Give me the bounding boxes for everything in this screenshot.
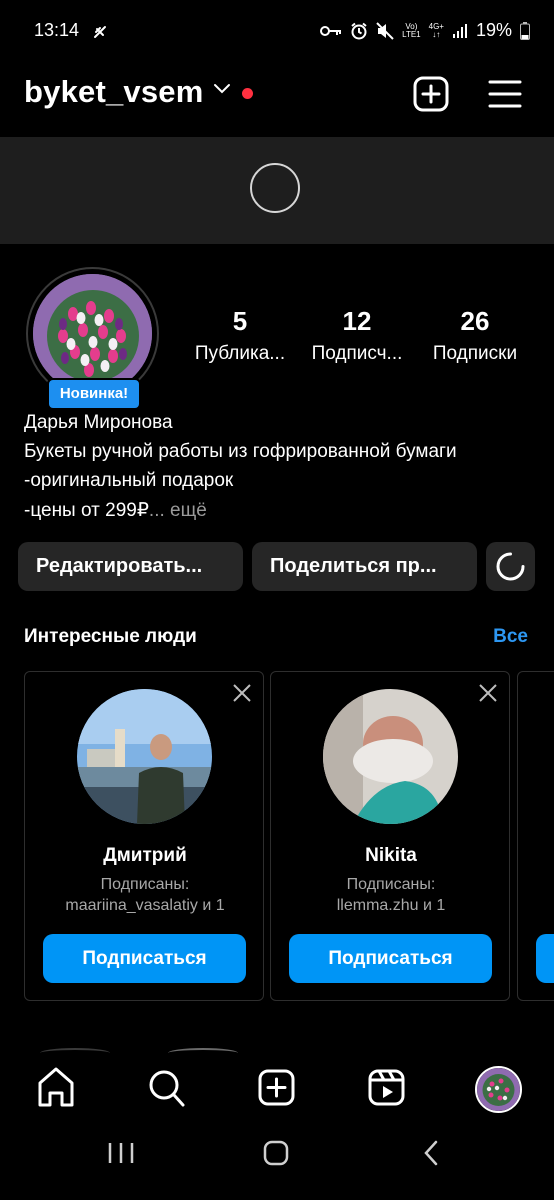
reels-icon <box>368 1069 405 1106</box>
account-username[interactable]: byket_vsem <box>24 74 204 110</box>
edit-profile-button[interactable]: Редактировать... <box>18 542 243 591</box>
battery-percent: 19% <box>475 20 512 40</box>
status-icons: Vo) LTE1 4G+ ↓↑ 19% <box>320 20 530 41</box>
nav-reels[interactable] <box>367 1065 407 1112</box>
posts-count[interactable]: 5 <box>181 306 299 337</box>
recent-apps-icon[interactable] <box>106 1140 136 1166</box>
suggestion-name[interactable]: Nikita <box>271 845 511 867</box>
followed-by-names: maariina_vasalatiy и 1 <box>65 897 225 914</box>
bio-line-3: -цены от 299₽... ещё <box>24 499 207 522</box>
suggestion-card-partial <box>517 671 554 1001</box>
bouquet-image <box>33 274 152 393</box>
suggestion-card: Дмитрий Подписаны: maariina_vasalatiy и … <box>24 671 264 1001</box>
chevron-down-icon[interactable] <box>212 82 232 96</box>
volte-indicator: Vo) LTE1 <box>402 22 421 39</box>
nav-home[interactable] <box>36 1065 76 1112</box>
profile-avatar[interactable] <box>33 274 152 393</box>
posts-label[interactable]: Публика... <box>181 343 299 365</box>
suggestions-title: Интересные люди <box>24 626 197 647</box>
following-count[interactable]: 26 <box>416 306 534 337</box>
add-post-icon <box>413 76 449 112</box>
followers-count[interactable]: 12 <box>298 306 416 337</box>
back-icon[interactable] <box>420 1140 444 1166</box>
key-icon <box>320 25 342 36</box>
suggestions-toggle-button[interactable] <box>486 542 535 591</box>
person-photo <box>77 689 212 824</box>
profile-avatar-small <box>477 1068 520 1111</box>
network-indicator: 4G+ ↓↑ <box>429 22 444 39</box>
dismiss-button[interactable] <box>479 684 497 705</box>
search-icon <box>149 1070 185 1107</box>
suggestion-name[interactable]: Дмитрий <box>25 845 265 867</box>
new-badge: Новинка! <box>47 378 141 410</box>
person-photo <box>323 689 458 824</box>
home-button-icon[interactable] <box>262 1140 290 1166</box>
share-profile-button[interactable]: Поделиться пр... <box>252 542 477 591</box>
suggestion-avatar[interactable] <box>323 689 458 824</box>
follow-button-partial[interactable] <box>536 934 554 983</box>
loading-ring <box>250 163 300 213</box>
see-all-link[interactable]: Все <box>493 626 528 648</box>
volte-bottom: LTE1 <box>402 29 421 39</box>
followed-by-label: Подписаны: <box>100 876 190 893</box>
notification-dot <box>242 88 253 99</box>
bio-line-3-text: -цены от 299₽ <box>24 500 149 521</box>
dismiss-button[interactable] <box>233 684 251 705</box>
alarm-icon <box>351 22 367 39</box>
profile-name: Дарья Миронова <box>24 412 173 433</box>
followed-by-names: llemma.zhu и 1 <box>336 897 446 914</box>
notification-icon <box>94 26 106 38</box>
status-time: 13:14 <box>34 20 80 40</box>
network-arrows: ↓↑ <box>432 29 441 39</box>
home-icon <box>38 1067 74 1107</box>
close-icon <box>233 684 251 702</box>
add-post-button[interactable] <box>413 76 449 115</box>
create-icon <box>258 1069 295 1106</box>
bio-more-link[interactable]: ... ещё <box>149 500 207 521</box>
menu-button[interactable] <box>488 79 522 112</box>
close-icon <box>479 684 497 702</box>
bio-line-1: Букеты ручной работы из гофрированной бу… <box>24 441 457 462</box>
follow-button[interactable]: Подписаться <box>289 934 492 983</box>
bio-line-2: -оригинальный подарок <box>24 470 234 491</box>
nav-search[interactable] <box>146 1065 186 1112</box>
followed-by-label: Подписаны: <box>346 876 436 893</box>
followers-label[interactable]: Подписч... <box>298 343 416 365</box>
suggestion-avatar[interactable] <box>77 689 212 824</box>
nav-create[interactable] <box>257 1065 297 1112</box>
mute-icon <box>376 21 394 40</box>
loading-spinner-icon <box>496 552 525 581</box>
battery-icon <box>520 21 530 40</box>
following-label[interactable]: Подписки <box>416 343 534 365</box>
signal-icon <box>452 23 467 38</box>
suggestion-card: Nikita Подписаны: llemma.zhu и 1 Подписа… <box>270 671 510 1001</box>
nav-profile[interactable] <box>475 1066 522 1113</box>
follow-button[interactable]: Подписаться <box>43 934 246 983</box>
menu-icon <box>488 80 522 108</box>
